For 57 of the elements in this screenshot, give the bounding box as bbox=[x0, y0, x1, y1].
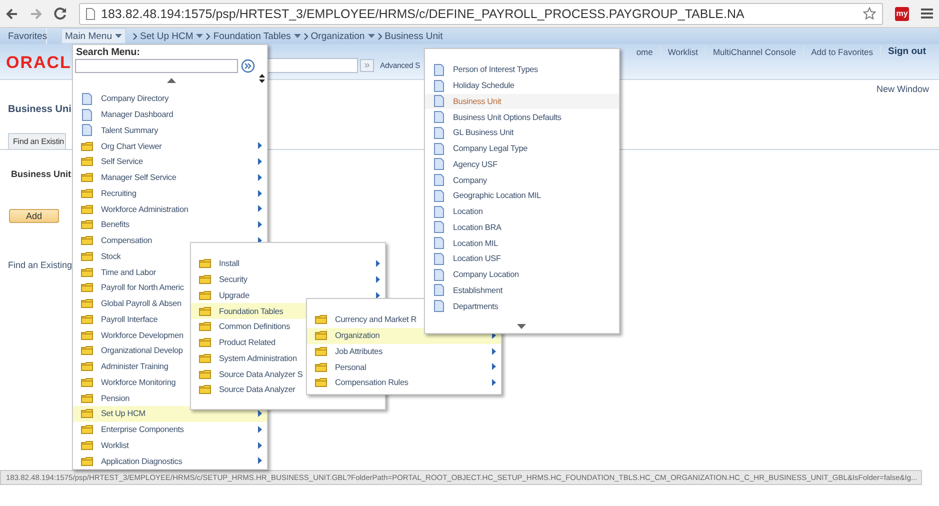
menu-item[interactable]: Location BRA bbox=[425, 220, 619, 236]
menu-item[interactable]: Business Unit bbox=[425, 94, 619, 110]
menu-item[interactable]: Talent Summary bbox=[73, 122, 267, 138]
menu-item[interactable]: Company bbox=[425, 172, 619, 188]
menu-item[interactable]: Compensation Rules bbox=[307, 375, 501, 391]
app-badge[interactable]: my bbox=[895, 6, 909, 20]
header-link[interactable]: Add to Favorites bbox=[803, 46, 880, 58]
menu-item[interactable]: GL Business Unit bbox=[425, 125, 619, 141]
breadcrumb-link[interactable]: Foundation Tables bbox=[213, 30, 301, 42]
logo-text: ORACL bbox=[6, 53, 68, 73]
menu-item[interactable]: Benefits bbox=[73, 217, 267, 233]
breadcrumb-link[interactable]: Organization bbox=[310, 30, 375, 42]
breadcrumb-link[interactable]: Set Up HCM bbox=[140, 30, 204, 42]
url-text: 183.82.48.194:1575/psp/HRTEST_3/EMPLOYEE/HRMS/c/DEFINE_PAYROLL_PROCESS.PAYGROUP_TABLE.NA bbox=[101, 6, 744, 20]
menu-item[interactable]: Workforce Administration bbox=[73, 201, 267, 217]
menu-item[interactable]: Install bbox=[191, 256, 385, 272]
menu-item[interactable]: Holiday Schedule bbox=[425, 78, 619, 94]
menu-item[interactable]: Agency USF bbox=[425, 156, 619, 172]
menu-item[interactable]: Org Chart Viewer bbox=[73, 138, 267, 154]
menu-item[interactable]: Compensation bbox=[73, 232, 267, 248]
menu-item[interactable]: Location USF bbox=[425, 251, 619, 267]
header-link[interactable]: Sign out bbox=[880, 46, 933, 58]
page-title: Business Uni bbox=[8, 104, 72, 115]
menu-item[interactable]: Job Attributes bbox=[307, 344, 501, 360]
menu-item[interactable]: Manager Self Service bbox=[73, 170, 267, 186]
menu-item[interactable]: Geographic Location MIL bbox=[425, 188, 619, 204]
menu-item[interactable]: Recruiting bbox=[73, 186, 267, 202]
menu-item[interactable]: Set Up HCM bbox=[73, 406, 267, 422]
menu-item[interactable]: Company Location bbox=[425, 266, 619, 282]
find-existing-tab[interactable]: Find an Existin bbox=[8, 133, 66, 149]
menu-item[interactable]: Self Service bbox=[73, 154, 267, 170]
find-existing-link[interactable]: Find an Existing bbox=[8, 260, 72, 270]
new-window-link[interactable]: New Window bbox=[876, 84, 929, 96]
menu-item[interactable]: Company Legal Type bbox=[425, 140, 619, 156]
menu-item[interactable]: Enterprise Components bbox=[73, 422, 267, 438]
menu-item[interactable]: Security bbox=[191, 272, 385, 288]
menu-item[interactable]: Person of Interest Types bbox=[425, 62, 619, 78]
menu-item[interactable]: Personal bbox=[307, 359, 501, 375]
header-link[interactable]: ome bbox=[636, 46, 660, 58]
address-bar[interactable]: 183.82.48.194:1575/psp/HRTEST_3/EMPLOYEE/HRMS/c/DEFINE_PAYROLL_PROCESS.PAYGROUP_TABLE.NA bbox=[79, 2, 883, 24]
field-label: Business Unit: bbox=[11, 169, 74, 179]
search-menu-label: Search Menu: bbox=[76, 47, 140, 58]
menu-item[interactable]: Manager Dashboard bbox=[73, 106, 267, 122]
menu-item[interactable]: Location bbox=[425, 204, 619, 220]
header-link[interactable]: MultiChannel Console bbox=[704, 46, 804, 58]
breadcrumb-link[interactable]: Business Unit bbox=[384, 30, 443, 42]
add-button[interactable]: Add bbox=[9, 209, 59, 223]
menu-item[interactable]: Company Directory bbox=[73, 91, 267, 107]
menu-item[interactable]: Worklist bbox=[73, 438, 267, 454]
menu-item[interactable]: Upgrade bbox=[191, 288, 385, 304]
menu-item[interactable]: Location MIL bbox=[425, 235, 619, 251]
menu-item[interactable]: Establishment bbox=[425, 282, 619, 298]
menu-item[interactable]: Business Unit Options Defaults bbox=[425, 109, 619, 125]
main-menu-button[interactable]: Main Menu bbox=[61, 28, 126, 44]
menu-item[interactable]: Departments bbox=[425, 298, 619, 314]
header-link[interactable]: Worklist bbox=[660, 46, 705, 58]
menu-item[interactable]: Application Diagnostics bbox=[73, 453, 267, 469]
